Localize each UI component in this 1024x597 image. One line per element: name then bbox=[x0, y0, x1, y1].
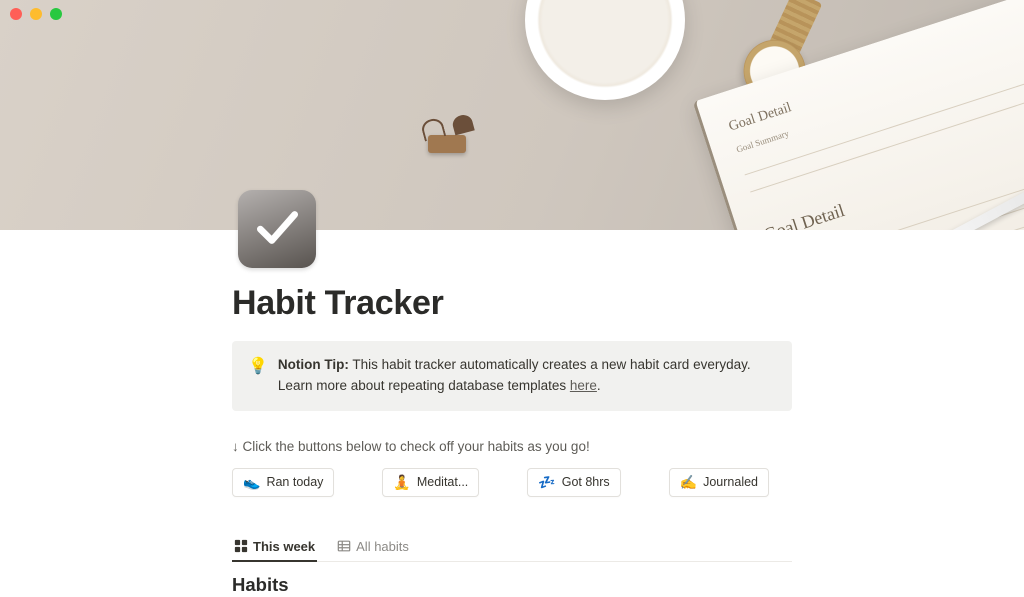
habit-button-label: Meditat... bbox=[417, 475, 468, 489]
gallery-view-icon bbox=[234, 539, 248, 553]
running-shoe-icon: 👟 bbox=[243, 474, 260, 491]
tab-all-habits[interactable]: All habits bbox=[335, 535, 411, 561]
close-window-button[interactable] bbox=[10, 8, 22, 20]
fullscreen-window-button[interactable] bbox=[50, 8, 62, 20]
habit-button-got-8hrs[interactable]: 💤 Got 8hrs bbox=[527, 468, 620, 497]
callout-tip-label: Notion Tip: bbox=[278, 357, 349, 372]
callout-body-after: . bbox=[597, 378, 601, 393]
meditation-icon: 🧘 bbox=[393, 474, 410, 491]
habit-button-journaled[interactable]: ✍️ Journaled bbox=[669, 468, 769, 497]
lightbulb-icon: 💡 bbox=[248, 355, 268, 397]
database-view-tabs: This week All habits bbox=[232, 535, 792, 562]
cover-coffee-cup bbox=[525, 0, 685, 100]
table-view-icon bbox=[337, 539, 351, 553]
page-title[interactable]: Habit Tracker bbox=[232, 284, 792, 323]
callout-link-here[interactable]: here bbox=[570, 378, 597, 393]
page-content: Habit Tracker 💡 Notion Tip: This habit t… bbox=[232, 230, 792, 596]
database-title[interactable]: Habits bbox=[232, 574, 792, 596]
habit-button-ran-today[interactable]: 👟 Ran today bbox=[232, 468, 334, 497]
page-icon[interactable] bbox=[238, 190, 316, 268]
page-cover[interactable]: Goal Detail Goal Summary Goal Detail bbox=[0, 0, 1024, 230]
checkmark-box-icon bbox=[252, 202, 302, 257]
habit-button-label: Got 8hrs bbox=[562, 475, 610, 489]
writing-hand-icon: ✍️ bbox=[680, 474, 697, 491]
callout-body-before: This habit tracker automatically creates… bbox=[278, 357, 751, 393]
habit-button-label: Ran today bbox=[266, 475, 323, 489]
hint-text: ↓ Click the buttons below to check off y… bbox=[232, 439, 792, 454]
tab-label: This week bbox=[253, 539, 315, 554]
habit-button-label: Journaled bbox=[703, 475, 758, 489]
habit-buttons-row: 👟 Ran today 🧘 Meditat... 💤 Got 8hrs ✍️ J… bbox=[232, 468, 792, 497]
callout-text: Notion Tip: This habit tracker automatic… bbox=[278, 355, 776, 397]
tab-label: All habits bbox=[356, 539, 409, 554]
sleep-icon: 💤 bbox=[538, 474, 555, 491]
minimize-window-button[interactable] bbox=[30, 8, 42, 20]
window-traffic-lights bbox=[10, 8, 62, 20]
callout-block[interactable]: 💡 Notion Tip: This habit tracker automat… bbox=[232, 341, 792, 411]
habit-button-meditated[interactable]: 🧘 Meditat... bbox=[382, 468, 479, 497]
tab-this-week[interactable]: This week bbox=[232, 535, 317, 561]
cover-binder-clip bbox=[420, 115, 475, 160]
